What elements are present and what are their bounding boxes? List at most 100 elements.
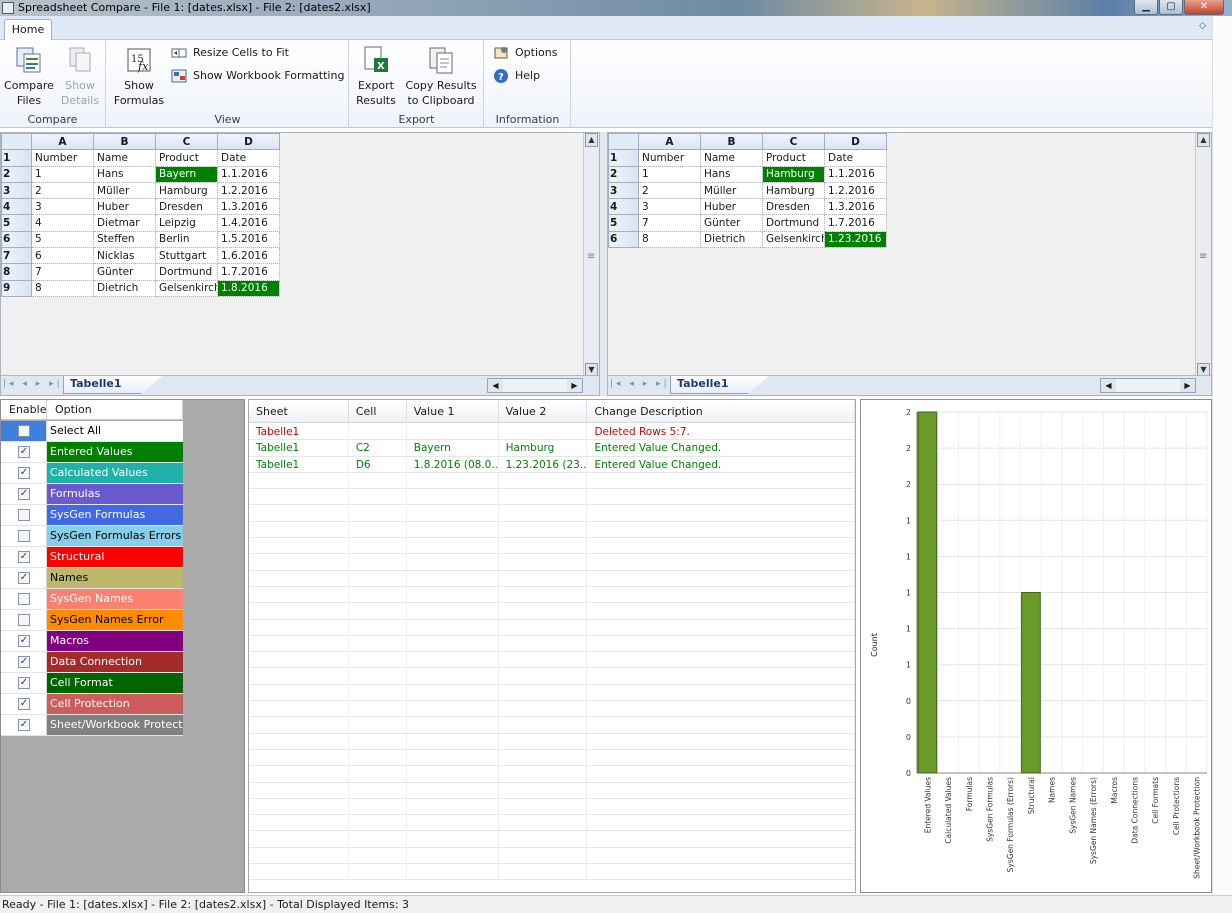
table-row[interactable] [249,782,855,799]
option-row[interactable]: ✓ Structural [1,547,183,568]
sheet-cell[interactable]: 6 [31,247,94,265]
sheet-cell[interactable]: Dresden [155,198,218,216]
sheet-pane-file2[interactable]: A B C D 1 Number Name Product Date 2 1 Hans Hamburg 1… [607,132,1212,396]
option-checkbox[interactable]: ✓ [18,572,30,584]
option-checkbox[interactable] [18,614,30,626]
table-row[interactable] [249,766,855,783]
scroll-right-icon[interactable]: ▶ [567,379,582,392]
table-row[interactable] [249,635,855,653]
grid-corner[interactable] [1,133,32,151]
sheet-cell[interactable]: Number [638,149,701,167]
option-row[interactable]: ✓ Macros [1,631,183,652]
table-row[interactable] [249,570,855,587]
sheet-cell[interactable]: Müller [700,181,763,200]
table-row[interactable] [249,733,855,750]
option-row[interactable]: ✓ Sheet/Workbook Protection [1,715,183,736]
sheet-cell[interactable]: 2 [31,181,94,200]
column-header-d[interactable]: D [824,133,887,151]
sheet-tab-tabelle1[interactable]: Tabelle1 [670,376,770,394]
sheet-cell[interactable]: 1.6.2016 [217,247,280,265]
table-row[interactable]: Tabelle1 Deleted Rows 5:7. [249,424,855,441]
close-icon[interactable]: ✕ [1184,0,1224,15]
table-row[interactable] [249,684,855,702]
column-header-a[interactable]: A [31,133,94,151]
row-header[interactable]: 1 [608,149,639,167]
col-header-cell[interactable]: Cell [349,400,407,423]
row-header[interactable]: 2 [1,165,32,183]
sheet-cell[interactable]: 8 [638,230,701,249]
row-header[interactable]: 2 [608,165,639,183]
option-row[interactable]: ✓ Names [1,568,183,589]
table-row[interactable] [249,505,855,522]
col-header-value1[interactable]: Value 1 [407,400,499,423]
sheet-cell[interactable]: 3 [638,198,701,216]
column-header-d[interactable]: D [217,133,280,151]
sheet-cell[interactable]: Name [93,149,156,167]
sheet-cell[interactable]: 1.23.2016 [824,230,887,249]
option-checkbox[interactable]: ✓ [18,677,30,689]
column-header-b[interactable]: B [93,133,156,151]
option-row[interactable]: ✓ Cell Format [1,673,183,694]
sheet-cell[interactable]: Dresden [762,198,825,216]
table-row[interactable] [249,668,855,685]
row-header[interactable]: 5 [1,214,32,232]
sheet-cell[interactable]: 1.3.2016 [217,198,280,216]
sheet-cell[interactable]: 3 [31,198,94,216]
sheet-nav-icons[interactable]: |◂ ◂ ▸ ▸| [3,379,63,389]
vertical-scrollbar[interactable]: ▲ ≡ ▼ [1195,133,1211,377]
row-header[interactable]: 3 [1,181,32,200]
table-row[interactable] [249,847,855,865]
sheet-cell[interactable]: 1.4.2016 [217,214,280,232]
option-checkbox[interactable] [18,425,30,437]
sheet-cell[interactable]: Günter [93,263,156,281]
option-checkbox[interactable] [18,509,30,521]
sheet-cell[interactable]: Hans [700,165,763,183]
sheet-cell[interactable]: Dietrich [93,279,156,297]
table-row[interactable] [249,815,855,832]
sheet-cell[interactable]: 1.3.2016 [824,198,887,216]
sheet-cell[interactable]: Hamburg [762,181,825,200]
sheet-cell[interactable]: 1.5.2016 [217,230,280,249]
sheet-cell[interactable]: Dortmund [155,263,218,281]
option-row[interactable]: SysGen Formulas Errors [1,526,183,547]
sheet-cell[interactable]: Nicklas [93,247,156,265]
sheet-cell[interactable]: 1.2.2016 [824,181,887,200]
table-row[interactable] [249,538,855,555]
maximize-icon[interactable]: ▢ [1159,0,1183,15]
sheet-cell[interactable]: 1.1.2016 [824,165,887,183]
option-checkbox[interactable]: ✓ [18,719,30,731]
table-row[interactable] [249,554,855,571]
table-row[interactable]: Tabelle1 D6 1.8.2016 (08.0... 1.23.2016 (23… [249,456,855,473]
sheet-cell[interactable]: 1 [31,165,94,183]
row-header[interactable]: 1 [1,149,32,167]
help-button[interactable]: ? Help [493,67,540,85]
tab-home[interactable]: Home [4,19,52,41]
option-row[interactable]: ✓ Data Connection [1,652,183,673]
table-row[interactable] [249,652,855,669]
ribbon-collapse-icon[interactable]: ◇ [1199,21,1206,31]
sheet-cell[interactable]: Hamburg [762,165,825,183]
column-header-a[interactable]: A [638,133,701,151]
grid-corner[interactable] [608,133,639,151]
resize-cells-button[interactable]: Resize Cells to Fit [171,44,289,62]
option-row[interactable]: SysGen Formulas [1,505,183,526]
option-row[interactable]: SysGen Names Error [1,610,183,631]
sheet-cell[interactable]: Hamburg [155,181,218,200]
sheet-cell[interactable]: 7 [31,263,94,281]
option-row[interactable]: ✓ Entered Values [1,442,183,463]
sheet-cell[interactable]: 1.1.2016 [217,165,280,183]
sheet-cell[interactable]: 1.2.2016 [217,181,280,200]
option-row[interactable]: Select All [1,421,183,442]
sheet-cell[interactable]: 8 [31,279,94,297]
table-row[interactable]: Tabelle1 C2 Bayern Hamburg Entered Value Cha… [249,440,855,457]
row-header[interactable]: 7 [1,247,32,265]
option-checkbox[interactable] [18,593,30,605]
copy-results-button[interactable]: Copy Results to Clipboard [404,44,478,108]
scroll-left-icon[interactable]: ◀ [1101,379,1116,392]
options-button[interactable]: Options [493,44,557,62]
option-row[interactable]: ✓ Cell Protection [1,694,183,715]
compare-files-button[interactable]: Compare Files [4,44,54,108]
column-header-c[interactable]: C [155,133,218,151]
table-row[interactable] [249,717,855,734]
table-row[interactable] [249,864,855,881]
